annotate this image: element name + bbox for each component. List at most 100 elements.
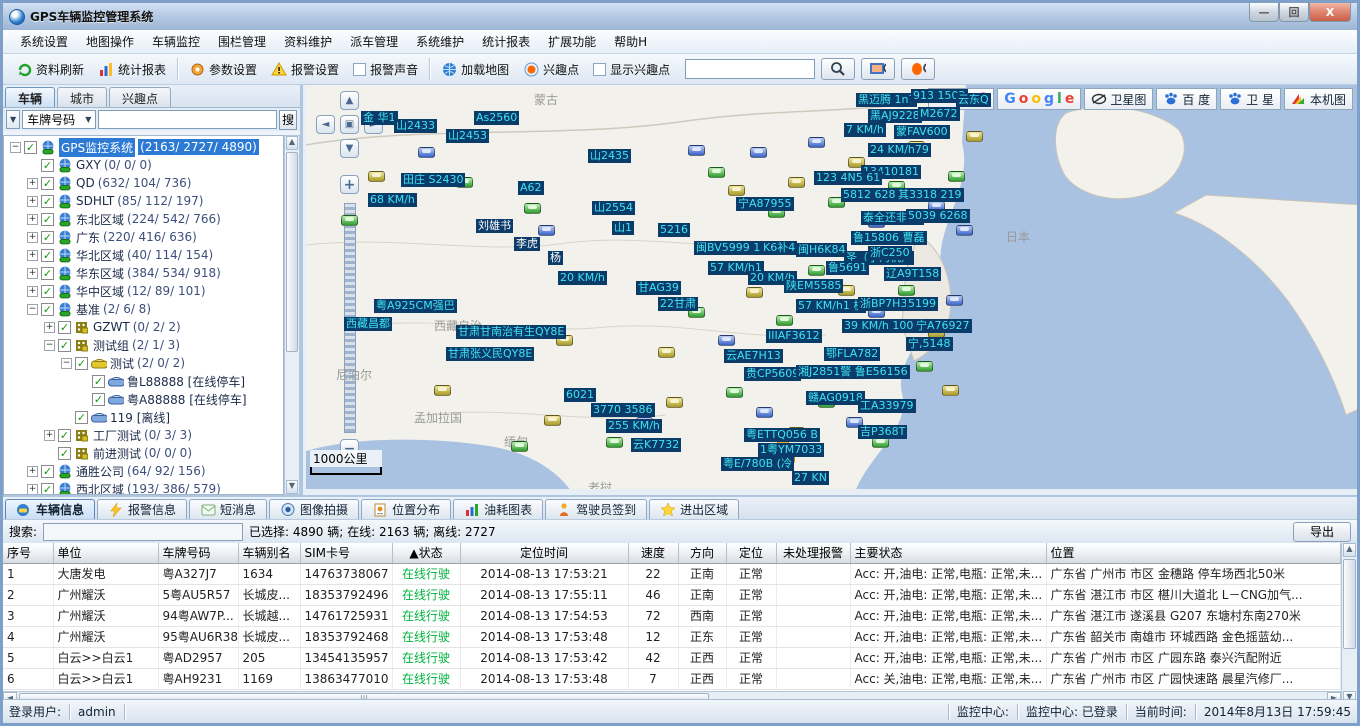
map-type-本机图[interactable]: 本机图 [1284, 88, 1353, 110]
tree-checkbox-icon[interactable]: ✓ [41, 195, 54, 208]
collapse-icon[interactable]: − [10, 142, 21, 153]
vehicle-marker-icon[interactable] [788, 177, 805, 188]
vehicle-label[interactable]: K6补4 [761, 241, 797, 255]
tree-checkbox-icon[interactable]: ✓ [58, 447, 71, 460]
search-button[interactable] [821, 58, 855, 80]
column-header-速度[interactable]: 速度 [628, 543, 678, 563]
tree-checkbox-icon[interactable]: ✓ [41, 213, 54, 226]
vehicle-label[interactable]: 黑迈腾 1n7 [856, 93, 917, 107]
vehicle-label[interactable]: 云K7732 [631, 438, 681, 452]
vehicle-label[interactable]: 金 华1 [361, 111, 398, 125]
tree-checkbox-icon[interactable]: ✓ [75, 411, 88, 424]
vehicle-label[interactable]: 22甘肃 [658, 297, 698, 311]
table-row[interactable]: 1大唐发电粤A327J7163414763738067在线行驶2014-08-1… [3, 563, 1341, 584]
minimize-button[interactable]: — [1249, 3, 1279, 22]
table-row[interactable]: 4广州耀沃95粤AU6R38长城皮...18353792468在线行驶2014-… [3, 626, 1341, 647]
tab-进出区域[interactable]: 进出区域 [649, 499, 739, 519]
tree-checkbox-icon[interactable]: ✓ [58, 339, 71, 352]
vehicle-label[interactable]: 浙C250 [868, 246, 912, 260]
vehicle-label[interactable]: 7 KM/h [844, 123, 886, 137]
vehicle-label[interactable]: 鲁5691 [826, 261, 869, 275]
vehicle-label[interactable]: 宁A76927 [914, 319, 972, 333]
vehicle-label[interactable]: 杨 [548, 251, 563, 265]
toolbar-check-报警声音[interactable]: 报警声音 [346, 58, 425, 81]
map-type-Google[interactable]: Google [997, 88, 1081, 110]
tree-node-广东[interactable]: +✓广东 (220/ 416/ 636) [6, 228, 283, 246]
vehicle-label[interactable]: 粤ETTQ056 B [744, 428, 820, 442]
tree-checkbox-icon[interactable]: ✓ [75, 357, 88, 370]
expand-icon[interactable]: + [27, 214, 38, 225]
vehicle-marker-icon[interactable] [898, 285, 915, 296]
tree-node-测试组[interactable]: −✓测试组 (2/ 1/ 3) [6, 336, 283, 354]
tree-node-粤A88888 [在线停车][interactable]: ✓粤A88888 [在线停车] [6, 390, 283, 408]
tab-图像拍摄[interactable]: 图像拍摄 [269, 499, 359, 519]
tree-checkbox-icon[interactable]: ✓ [41, 231, 54, 244]
column-header-定位[interactable]: 定位 [726, 543, 776, 563]
vehicle-label[interactable]: 赣AG0918 [806, 391, 865, 405]
expand-icon[interactable]: + [27, 232, 38, 243]
tree-checkbox-icon[interactable]: ✓ [41, 465, 54, 478]
tree-node-119 [离线][interactable]: ✓119 [离线] [6, 408, 283, 426]
expand-icon[interactable]: + [27, 466, 38, 477]
tree-node-前进测试[interactable]: ✓前进测试 (0/ 0/ 0) [6, 444, 283, 462]
vehicle-label[interactable]: 宁A87955 [736, 197, 794, 211]
vehicle-label[interactable]: 6021 [564, 388, 596, 402]
vehicle-marker-icon[interactable] [946, 295, 963, 306]
vehicle-label[interactable]: 西藏昌都 [344, 317, 392, 331]
menu-item-车辆监控[interactable]: 车辆监控 [143, 30, 209, 53]
vehicle-marker-icon[interactable] [746, 287, 763, 298]
menu-item-帮助H[interactable]: 帮助H [605, 30, 656, 53]
toolbar-button-资料刷新[interactable]: 资料刷新 [9, 58, 91, 81]
tree-node-华中区域[interactable]: +✓华中区域 (12/ 89/ 101) [6, 282, 283, 300]
checkbox-icon[interactable] [353, 63, 366, 76]
expand-icon[interactable]: + [27, 250, 38, 261]
toolbar-check-显示兴趣点[interactable]: 显示兴趣点 [586, 58, 677, 81]
tree-checkbox-icon[interactable]: ✓ [41, 177, 54, 190]
tree-checkbox-icon[interactable]: ✓ [41, 267, 54, 280]
expand-icon[interactable]: + [27, 196, 38, 207]
toolbar-button-参数设置[interactable]: 参数设置 [182, 58, 264, 81]
tree-node-GPS监控系统[interactable]: −✓GPS监控系统 (2163/ 2727/ 4890) [6, 138, 283, 156]
tab-兴趣点[interactable]: 兴趣点 [109, 87, 171, 107]
vehicle-label[interactable]: 闽H6K84 [796, 243, 847, 257]
search-field-combo[interactable]: 车牌号码 ▼ [22, 110, 96, 129]
vehicle-search-input[interactable] [43, 523, 243, 541]
vehicle-marker-icon[interactable] [948, 171, 965, 182]
vehicle-marker-icon[interactable] [942, 385, 959, 396]
vehicle-label[interactable]: 其3318 219 [896, 188, 964, 202]
menu-item-系统设置[interactable]: 系统设置 [11, 30, 77, 53]
vehicle-label[interactable]: 蒙FAV600 [894, 125, 950, 139]
vehicle-marker-icon[interactable] [606, 437, 623, 448]
vehicle-label[interactable]: 鄂FLA782 [824, 347, 880, 361]
tree-checkbox-icon[interactable]: ✓ [41, 285, 54, 298]
expand-icon[interactable]: + [27, 178, 38, 189]
vehicle-label[interactable]: 黑AJ9228 [868, 109, 922, 123]
tree-checkbox-icon[interactable]: ✓ [41, 303, 54, 316]
map-search-input[interactable] [685, 59, 815, 79]
tree-node-工厂测试[interactable]: +✓工厂测试 (0/ 3/ 3) [6, 426, 283, 444]
vehicle-label[interactable]: 山2453 [446, 129, 489, 143]
table-row[interactable]: 5白云>>白云1粤AD295720513454135957在线行驶2014-08… [3, 647, 1341, 668]
map-type-卫星图[interactable]: 卫星图 [1084, 88, 1153, 110]
vehicle-label[interactable]: M2672 [918, 107, 960, 121]
vehicle-marker-icon[interactable] [341, 215, 358, 226]
vehicle-label[interactable]: A62 [518, 181, 544, 195]
tab-位置分布[interactable]: 位置分布 [361, 499, 451, 519]
tree-node-西北区域[interactable]: +✓西北区域 (193/ 386/ 579) [6, 480, 283, 495]
tree-node-东北区域[interactable]: +✓东北区域 (224/ 542/ 766) [6, 210, 283, 228]
column-header-单位[interactable]: 单位 [53, 543, 158, 563]
vehicle-label[interactable]: 255 KM/h [606, 419, 662, 433]
vehicle-label[interactable]: 20 KM/h [558, 271, 607, 285]
vehicle-label[interactable]: 27 KN [792, 471, 829, 485]
pan-down-icon[interactable]: ▼ [340, 139, 359, 158]
scrollbar-thumb[interactable] [286, 152, 298, 352]
tree-checkbox-icon[interactable]: ✓ [58, 429, 71, 442]
menu-item-统计报表[interactable]: 统计报表 [473, 30, 539, 53]
vehicle-label[interactable]: 粤A925CM强巴 [374, 299, 457, 313]
vehicle-marker-icon[interactable] [544, 415, 561, 426]
vehicle-label[interactable]: 田庄 S2430 [401, 173, 465, 187]
tab-报警信息[interactable]: 报警信息 [97, 499, 187, 519]
tab-城市[interactable]: 城市 [57, 87, 107, 107]
tree-checkbox-icon[interactable]: ✓ [24, 141, 37, 154]
vehicle-marker-icon[interactable] [916, 361, 933, 372]
